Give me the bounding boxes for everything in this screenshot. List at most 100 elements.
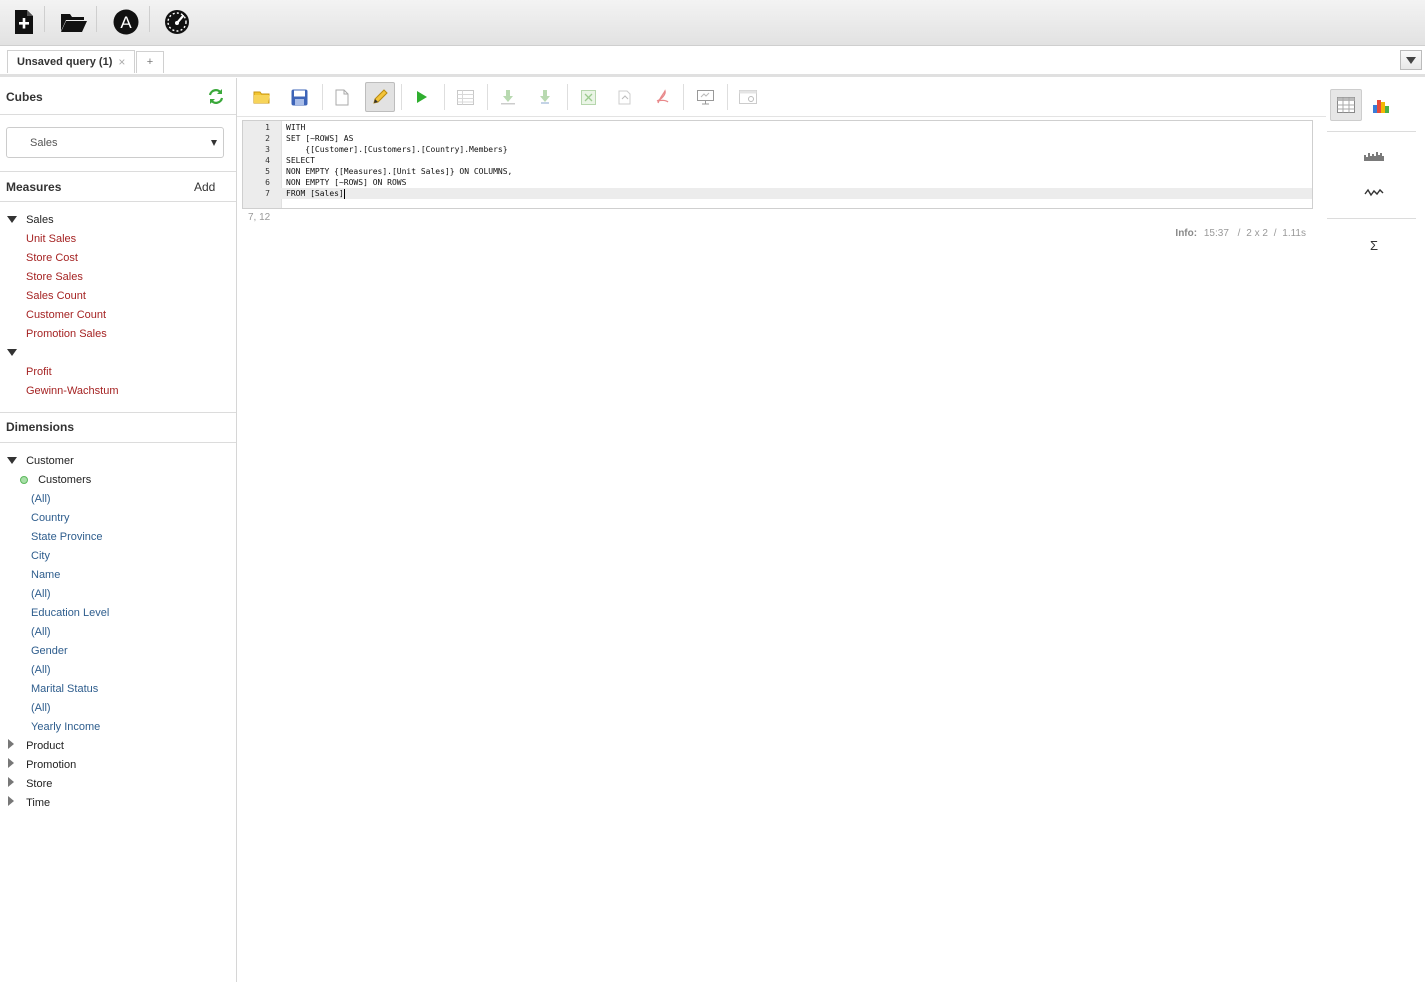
line-number: 1 [265,123,270,132]
text-caret [343,188,345,199]
dimension-customer[interactable]: Customer [7,452,74,471]
info-time: 15:37 [1203,228,1229,239]
measure-group-calculated[interactable] [7,344,23,363]
measure-item[interactable]: Promotion Sales [26,325,107,344]
toolbar-separator [727,84,728,110]
admin-icon-letter: A [120,13,132,32]
code-line-active: 7 FROM [Sales] [243,188,1312,199]
expand-arrow-icon [7,216,17,223]
export-excel-icon[interactable] [573,82,603,112]
code-text-wrap: FROM [Sales] [286,188,345,199]
code-text: WITH [286,123,306,132]
save-icon[interactable] [284,82,314,112]
line-number: 6 [265,178,270,187]
hierarchy-label: Customers [38,474,92,486]
expand-arrow-icon [7,349,17,356]
level-item[interactable]: (All) [31,623,51,642]
toolbar-separator [487,84,488,110]
drill-down-icon[interactable] [493,82,523,112]
level-item[interactable]: Name [31,566,60,585]
level-item[interactable]: (All) [31,661,51,680]
line-number: 5 [265,167,270,176]
tab-label: Unsaved query (1) [17,56,113,68]
export-pdf-icon[interactable] [647,82,677,112]
mdx-editor[interactable]: 1 WITH 2 SET [~ROWS] AS 3 {[Customer].[C… [242,120,1313,209]
measure-item[interactable]: Profit [26,363,52,382]
refresh-icon[interactable] [207,88,225,108]
dimension-store[interactable]: Store [8,775,52,794]
expand-arrow-icon [7,457,17,464]
level-item[interactable]: Yearly Income [31,718,100,737]
measure-item[interactable]: Customer Count [26,306,106,325]
level-item[interactable]: State Province [31,528,103,547]
dimension-label: Product [26,740,64,752]
open-folder-icon[interactable] [58,7,90,37]
line-number: 3 [265,145,270,154]
divider [0,442,236,443]
line-number: 7 [265,189,270,198]
expand-arrow-icon [8,739,14,749]
new-document-icon[interactable] [327,82,357,112]
level-item[interactable]: (All) [31,699,51,718]
divider [0,114,236,115]
hierarchy-customers[interactable]: Customers [20,471,91,490]
dashboard-gauge-icon[interactable] [161,7,193,37]
query-workspace: 1 WITH 2 SET [~ROWS] AS 3 {[Customer].[C… [237,78,1326,982]
measure-group-label: Sales [26,214,54,226]
admin-icon[interactable]: A [110,7,142,37]
export-csv-icon[interactable] [609,82,639,112]
code-text: SELECT [286,156,315,165]
table-view-icon[interactable] [1330,89,1362,121]
code-line: 6 NON EMPTY [~ROWS] ON ROWS [243,177,1312,188]
info-separator: / [1237,228,1241,239]
sparkbar-icon[interactable] [1363,146,1385,166]
toolbar-separator [44,6,45,32]
dimension-label: Promotion [26,759,77,771]
dimension-product[interactable]: Product [8,737,64,756]
add-measure-button[interactable]: Add [194,180,215,194]
divider [0,201,236,202]
tab-list-dropdown[interactable] [1400,50,1422,70]
level-item[interactable]: Gender [31,642,68,661]
expand-arrow-icon [8,758,14,768]
code-line: 1 WITH [243,122,1312,133]
new-query-icon[interactable] [8,7,40,37]
close-icon[interactable]: × [118,55,125,69]
table-layout-icon[interactable] [450,82,480,112]
open-query-icon[interactable] [247,82,277,112]
measure-item[interactable]: Unit Sales [26,230,76,249]
code-line: 2 SET [~ROWS] AS [243,133,1312,144]
level-item[interactable]: (All) [31,490,51,509]
dimension-label: Time [26,797,51,809]
cube-select[interactable]: Sales [6,127,224,158]
level-item[interactable]: Country [31,509,70,528]
measure-item[interactable]: Gewinn-Wachstum [26,382,119,401]
add-tab-button[interactable]: + [136,51,164,73]
dimension-promotion[interactable]: Promotion [8,756,76,775]
measures-title: Measures [6,180,62,194]
level-item[interactable]: Marital Status [31,680,98,699]
level-item[interactable]: (All) [31,585,51,604]
sum-totals-icon[interactable]: Σ [1363,235,1385,255]
measure-item[interactable]: Sales Count [26,287,86,306]
dimension-label: Customer [26,455,74,467]
code-line: 4 SELECT [243,155,1312,166]
query-info: Info: 15:37 / 2 x 2 / 1.11s [1175,228,1306,239]
presentation-mode-icon[interactable] [690,82,720,112]
run-query-icon[interactable] [407,82,437,112]
cursor-position: 7, 12 [248,212,271,223]
chart-view-icon[interactable] [1365,89,1397,121]
measure-group-sales[interactable]: Sales [7,211,54,230]
drill-through-icon[interactable] [530,82,560,112]
measure-item[interactable]: Store Sales [26,268,83,287]
dimension-time[interactable]: Time [8,794,50,813]
code-text: NON EMPTY {[Measures].[Unit Sales]} ON C… [286,167,513,176]
measure-item[interactable]: Store Cost [26,249,78,268]
tab-unsaved-query[interactable]: Unsaved query (1) × [7,50,136,73]
toolbar-separator [401,84,402,110]
sparkline-icon[interactable] [1363,182,1385,202]
level-item[interactable]: Education Level [31,604,109,623]
edit-mdx-icon[interactable] [365,82,395,112]
zoom-mode-icon[interactable] [733,82,763,112]
level-item[interactable]: City [31,547,50,566]
